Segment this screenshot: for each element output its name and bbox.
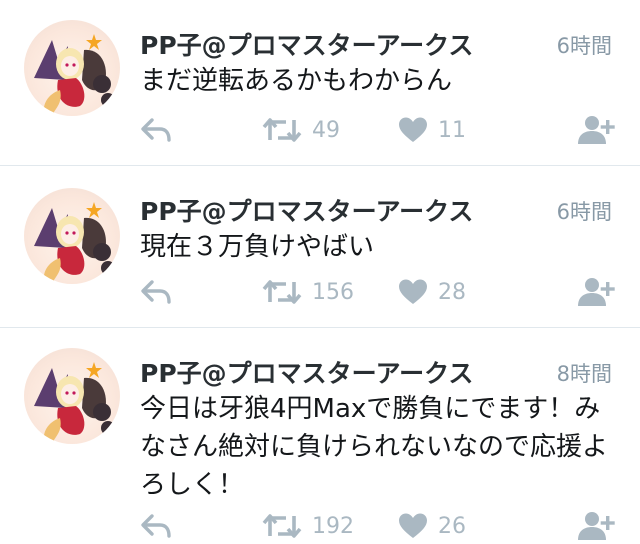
- tweet-text: 現在３万負けやばい: [140, 232, 375, 262]
- follow-button[interactable]: [576, 110, 616, 150]
- user-display-name[interactable]: PP子@プロマスターアークス: [140, 26, 473, 62]
- avatar-illustration: [34, 34, 115, 116]
- like-button[interactable]: 26: [398, 506, 466, 544]
- avatar-illustration: [34, 202, 115, 284]
- timeline: PP子@プロマスターアークス 6時間 まだ逆転あるかもわからん 49 11 PP…: [0, 0, 640, 544]
- retweet-count: 49: [312, 117, 340, 143]
- follow-button[interactable]: [576, 272, 616, 312]
- tweet-actions: 49 11: [0, 110, 640, 150]
- like-button[interactable]: 11: [398, 110, 466, 150]
- like-count: 28: [438, 279, 466, 305]
- heart-icon: [399, 513, 427, 538]
- follow-button[interactable]: [576, 506, 616, 544]
- tweet-text: まだ逆転あるかもわからん: [140, 66, 453, 96]
- tweet-timestamp[interactable]: 8時間: [557, 358, 612, 388]
- reply-button[interactable]: [140, 110, 172, 150]
- tweet-text: 今日は牙狼4円Maxで勝負にでます！みなさん絶対に負けられないなので応援よろしく…: [140, 394, 609, 500]
- tweet[interactable]: PP子@プロマスターアークス 6時間 まだ逆転あるかもわからん 49 11: [0, 0, 640, 166]
- follow-user-icon: [578, 512, 615, 540]
- avatar-illustration: [34, 362, 115, 444]
- retweet-icon: [262, 514, 302, 538]
- like-button[interactable]: 28: [398, 272, 466, 312]
- retweet-count: 156: [312, 279, 354, 305]
- retweet-count: 192: [312, 513, 354, 539]
- retweet-button[interactable]: 156: [262, 272, 354, 312]
- avatar[interactable]: [24, 188, 120, 284]
- tweet-actions: 156 28: [0, 272, 640, 312]
- tweet-actions: 192 26: [0, 506, 640, 544]
- tweet-timestamp[interactable]: 6時間: [557, 30, 612, 60]
- avatar[interactable]: [24, 348, 120, 444]
- like-count: 11: [438, 117, 466, 143]
- reply-icon: [141, 118, 171, 142]
- follow-user-icon: [578, 116, 615, 144]
- retweet-button[interactable]: 192: [262, 506, 354, 544]
- reply-button[interactable]: [140, 506, 172, 544]
- heart-icon: [399, 117, 427, 142]
- retweet-button[interactable]: 49: [262, 110, 340, 150]
- user-display-name[interactable]: PP子@プロマスターアークス: [140, 192, 473, 228]
- tweet[interactable]: PP子@プロマスターアークス 6時間 現在３万負けやばい 156 28: [0, 166, 640, 328]
- user-display-name[interactable]: PP子@プロマスターアークス: [140, 354, 473, 390]
- follow-user-icon: [578, 278, 615, 306]
- retweet-icon: [262, 118, 302, 142]
- like-count: 26: [438, 513, 466, 539]
- reply-icon: [141, 514, 171, 538]
- reply-icon: [141, 280, 171, 304]
- tweet-timestamp[interactable]: 6時間: [557, 196, 612, 226]
- heart-icon: [399, 279, 427, 304]
- retweet-icon: [262, 280, 302, 304]
- avatar[interactable]: [24, 20, 120, 116]
- reply-button[interactable]: [140, 272, 172, 312]
- tweet[interactable]: PP子@プロマスターアークス 8時間 今日は牙狼4円Maxで勝負にでます！みなさ…: [0, 328, 640, 544]
